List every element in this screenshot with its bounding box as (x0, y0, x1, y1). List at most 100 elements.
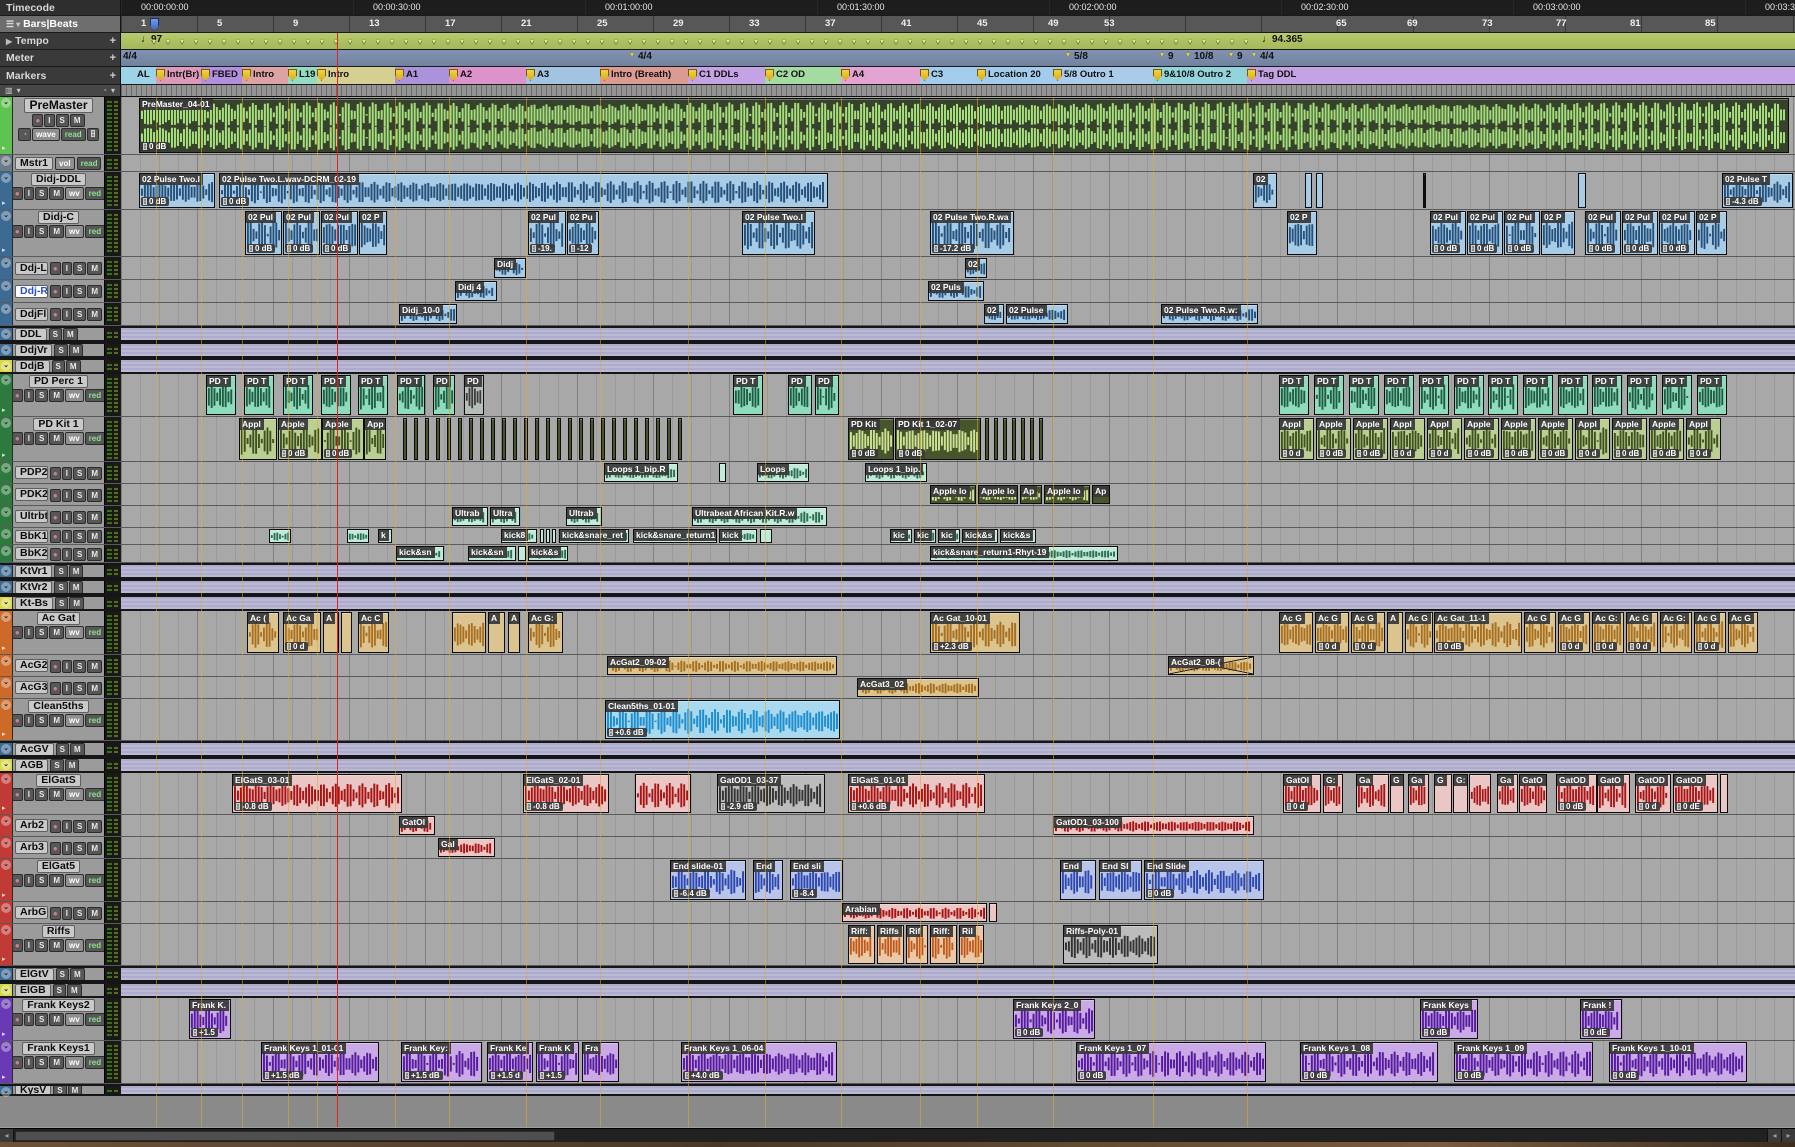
button-s[interactable]: S (49, 328, 62, 340)
clip[interactable]: kick&sn (396, 546, 444, 561)
tempo-change-icon[interactable]: ▾ (824, 37, 828, 46)
tempo-change-icon[interactable]: ▾ (558, 37, 562, 46)
track-color-strip[interactable]: ⌄ (0, 344, 13, 356)
collapse-chevron-icon[interactable]: ⌄ (1, 744, 11, 754)
track-name[interactable]: AcGV (15, 743, 54, 755)
button-m[interactable]: M (49, 714, 64, 727)
track-lane[interactable] (121, 155, 1795, 171)
track-color-strip[interactable]: ⌄ (0, 257, 13, 279)
tempo-change-icon[interactable]: ▾ (1006, 37, 1010, 46)
track-lane[interactable]: Apple loApple loApApple loAp (121, 484, 1795, 505)
track-name[interactable]: Ac Gat (37, 612, 81, 625)
track-color-strip[interactable]: ⌄ (0, 155, 13, 171)
track-lane[interactable]: Riff:RiffsRifRiff:RilRiffs-Poly-01 (121, 924, 1795, 965)
tempo-change-icon[interactable]: ▾ (978, 37, 982, 46)
clip[interactable]: Ril (959, 925, 984, 964)
marker-label[interactable]: 9&10/8 Outro 2 (1164, 69, 1231, 80)
track-color-strip[interactable]: ⌄▸ (0, 417, 13, 461)
clip[interactable] (1030, 418, 1034, 460)
collapse-chevron-icon[interactable]: ⌄ (1, 375, 11, 385)
tempo-change-icon[interactable]: ▾ (782, 37, 786, 46)
clip[interactable]: ElGatS_01-01+0.6 dB (848, 774, 985, 813)
clip[interactable] (414, 418, 418, 460)
marker-label[interactable]: Location 20 (988, 69, 1041, 80)
button-m[interactable]: M (63, 328, 78, 340)
clip[interactable]: Riff: (848, 925, 875, 964)
track-lane[interactable]: UltrabUltraUltrabUltrabeat African Kit.R… (121, 506, 1795, 527)
scrollbar-thumb[interactable] (15, 1131, 555, 1141)
ruler-label-meter[interactable]: Meter + (0, 50, 121, 66)
scroll-right-icon[interactable]: ▸ (1781, 1129, 1795, 1143)
button-m[interactable]: M (67, 984, 82, 996)
add-tempo-button[interactable]: + (110, 36, 116, 46)
button-s[interactable]: S (73, 285, 86, 298)
track-color-strip[interactable]: ⌄ (0, 506, 13, 527)
automation-read-button[interactable]: read (77, 157, 102, 170)
marker-label[interactable]: C2 OD (776, 69, 805, 80)
clip[interactable]: End Slide0 dB (1144, 860, 1264, 900)
clip[interactable] (524, 418, 528, 460)
tempo-change-icon[interactable]: ▾ (194, 37, 198, 46)
tempo-change-icon[interactable]: ▾ (516, 37, 520, 46)
button-m[interactable]: M (87, 467, 102, 480)
track-lane[interactable]: Gal (121, 837, 1795, 858)
track-lane[interactable]: ElGatS_03-01-0.8 dBElGatS_02-01-0.8 dBGa… (121, 773, 1795, 814)
tempo-band[interactable]: ♩97♩94.365▾▾▾▾▾▾▾▾▾▾▾▾▾▾▾▾▾▾▾▾▾▾▾▾▾▾▾▾▾▾… (121, 33, 1795, 49)
clip[interactable]: Frank Keys 1_01-01+1.5 dB (261, 1042, 379, 1082)
button-i[interactable]: I (24, 939, 34, 952)
marker-label[interactable]: 5/8 Outro 1 (1064, 69, 1114, 80)
waveform-view-button[interactable]: wv (65, 714, 84, 727)
track-color-strip[interactable]: ⌄▸ (0, 210, 13, 256)
clip[interactable]: Loops 1_bip. (865, 463, 927, 482)
clip[interactable] (1039, 418, 1043, 460)
clip[interactable] (546, 529, 550, 543)
button-m[interactable]: M (87, 842, 102, 855)
record-enable-button[interactable]: ● (50, 682, 61, 695)
tempo-change-icon[interactable]: ▾ (1020, 37, 1024, 46)
clip[interactable]: 02 Pul0 dB (245, 211, 282, 255)
collapse-chevron-icon[interactable]: ⌄ (1, 546, 11, 556)
clip[interactable]: Frank Keys 1_10-010 dB (1609, 1042, 1747, 1082)
marker-label[interactable]: Intro (253, 69, 274, 80)
clip[interactable]: Ac G (1524, 612, 1556, 653)
track-lane[interactable]: Didj 402 Puls (121, 280, 1795, 302)
track-color-strip[interactable]: ⌄ (0, 360, 13, 372)
clip[interactable]: Didj 4 (455, 281, 497, 301)
record-enable-button[interactable]: ● (13, 432, 23, 445)
timecode-band[interactable]: 00:00:00:0000:00:30:0000:01:00:0000:01:3… (121, 0, 1795, 15)
clip[interactable]: Arabian (842, 903, 987, 922)
tempo-change-icon[interactable]: ▾ (432, 37, 436, 46)
track-name[interactable]: Arb3 (15, 841, 48, 854)
clip[interactable]: Ac G (1405, 612, 1433, 653)
tempo-change-icon[interactable]: ▾ (320, 37, 324, 46)
automation-read-button[interactable]: red (85, 187, 104, 200)
tempo-change-icon[interactable]: ▾ (292, 37, 296, 46)
clip[interactable] (1012, 418, 1016, 460)
meter-value[interactable]: 4/4 (638, 51, 652, 62)
tempo-change-icon[interactable]: ▾ (852, 37, 856, 46)
clip[interactable]: kic (938, 529, 960, 543)
tempo-change-icon[interactable]: ▾ (628, 37, 632, 46)
clip[interactable]: Frank !0 dE (1580, 999, 1622, 1039)
button-m[interactable]: M (87, 907, 102, 920)
clip[interactable] (612, 418, 616, 460)
automation-read-button[interactable]: read (61, 128, 86, 141)
track-color-strip[interactable]: ⌄ (0, 528, 13, 544)
tempo-change-icon[interactable]: ▾ (1188, 37, 1192, 46)
track-lane[interactable] (121, 328, 1795, 340)
clip[interactable]: 02 Pul0 dB (321, 211, 358, 255)
button-i[interactable]: I (62, 489, 72, 502)
meter-value[interactable]: 4/4 (123, 51, 137, 62)
tempo-change-icon[interactable]: ▾ (600, 37, 604, 46)
track-color-strip[interactable]: ⌄ (0, 1086, 13, 1094)
clip[interactable]: PD T (283, 375, 313, 415)
clip[interactable]: 02 P (1287, 211, 1317, 255)
button-i[interactable]: I (24, 1013, 34, 1026)
button-i[interactable]: I (62, 548, 72, 561)
tempo-change-icon[interactable]: ▾ (1132, 37, 1136, 46)
track-name[interactable]: Kt-Bs (15, 597, 53, 609)
automation-read-button[interactable]: red (85, 1056, 104, 1069)
track-lane[interactable]: Frank Keys 1_01-01+1.5 dBFrank Key:+1.5 … (121, 1041, 1795, 1083)
chevron-down-icon[interactable]: ▾ (16, 20, 20, 29)
clip[interactable] (447, 418, 451, 460)
